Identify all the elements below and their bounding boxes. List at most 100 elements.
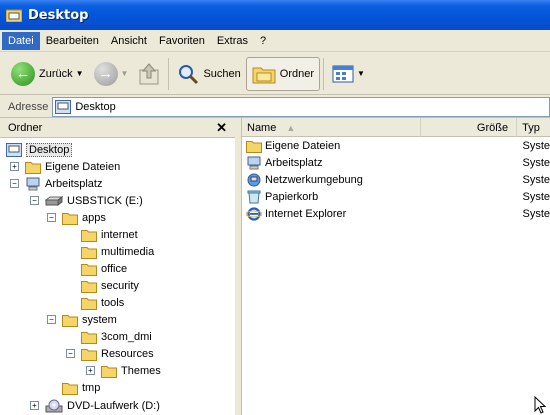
computer-icon — [247, 156, 261, 169]
tree-label: Desktop — [26, 142, 73, 157]
expand-icon[interactable]: + — [86, 366, 95, 375]
tree-item-security[interactable]: security — [81, 277, 139, 294]
tree-item-tools[interactable]: tools — [81, 294, 124, 311]
column-type-label: Typ — [522, 121, 540, 134]
forward-arrow-icon: → — [93, 61, 118, 86]
folder-icon — [101, 365, 117, 378]
tree-label: 3com_dmi — [101, 330, 152, 343]
tree-item-usbstick[interactable]: − USBSTICK (E:) — [30, 192, 143, 209]
menu-extras[interactable]: Extras — [211, 32, 254, 50]
close-icon[interactable]: ✕ — [216, 120, 227, 136]
up-folder-icon — [139, 62, 159, 84]
tree-item-arbeitsplatz[interactable]: − Arbeitsplatz — [10, 175, 102, 192]
list-item[interactable]: Arbeitsplatz Syste — [242, 154, 550, 171]
tree-label: apps — [82, 211, 106, 224]
folder-icon — [25, 161, 41, 174]
column-type[interactable]: Typ — [517, 118, 550, 137]
title-bar[interactable]: Desktop — [0, 0, 550, 30]
folders-button[interactable]: Ordner — [245, 56, 321, 91]
address-bar: Adresse Desktop — [0, 96, 550, 118]
folder-icon — [81, 246, 97, 259]
list-item[interactable]: Eigene Dateien Syste — [242, 137, 550, 154]
tree-label: security — [101, 279, 139, 292]
item-type: Syste — [522, 139, 550, 152]
search-label: Suchen — [203, 67, 241, 80]
list-item[interactable]: Netzwerkumgebung Syste — [242, 171, 550, 188]
folder-icon — [81, 348, 97, 361]
mouse-cursor-icon — [534, 396, 547, 414]
views-button[interactable]: ▼ — [327, 57, 370, 91]
menu-bar: Datei Bearbeiten Ansicht Favoriten Extra… — [0, 30, 550, 52]
desktop-folder-icon — [6, 9, 22, 22]
network-icon — [247, 173, 261, 186]
views-dropdown-icon[interactable]: ▼ — [357, 69, 365, 78]
tree-label: DVD-Laufwerk (D:) — [67, 399, 160, 412]
forward-button[interactable]: → ▼ — [89, 57, 134, 91]
expand-icon[interactable]: + — [30, 401, 39, 410]
desktop-icon — [55, 99, 72, 114]
expand-icon[interactable]: + — [10, 162, 19, 171]
tree-item-tmp[interactable]: tmp — [62, 379, 100, 396]
back-button[interactable]: ← Zurück ▼ — [6, 57, 89, 91]
tree-item-multimedia[interactable]: multimedia — [81, 243, 154, 260]
address-field[interactable]: Desktop — [52, 96, 550, 117]
menu-help[interactable]: ? — [254, 32, 272, 50]
folder-icon — [62, 212, 78, 225]
recycle-bin-icon — [247, 190, 261, 203]
menu-favoriten[interactable]: Favoriten — [153, 32, 211, 50]
tree-label: USBSTICK (E:) — [67, 194, 143, 207]
back-arrow-icon: ← — [11, 61, 35, 86]
tree-item-apps[interactable]: − apps — [47, 209, 106, 226]
drive-icon — [45, 195, 63, 206]
tree-item-desktop[interactable]: Desktop — [6, 141, 73, 158]
menu-datei[interactable]: Datei — [2, 31, 40, 50]
item-name: Arbeitsplatz — [265, 156, 323, 169]
tree-item-dvd[interactable]: + DVD-Laufwerk (D:) — [30, 397, 160, 414]
address-label: Adresse — [8, 100, 49, 113]
views-icon — [332, 65, 354, 82]
folder-icon — [81, 263, 97, 276]
file-list: Name ▲ Größe Typ Eigene Dateien Syste Ar… — [241, 118, 550, 415]
tree-item-resources[interactable]: − Resources — [66, 345, 154, 362]
search-button[interactable]: Suchen — [172, 57, 245, 91]
collapse-icon[interactable]: − — [47, 213, 56, 222]
menu-ansicht[interactable]: Ansicht — [105, 32, 153, 50]
folders-icon — [252, 67, 276, 83]
tree-item-office[interactable]: office — [81, 260, 127, 277]
column-size[interactable]: Größe — [421, 118, 518, 137]
tree-label: office — [101, 262, 128, 275]
collapse-icon[interactable]: − — [10, 179, 19, 188]
search-icon — [179, 64, 199, 84]
item-name: Papierkorb — [265, 190, 319, 203]
column-name[interactable]: Name ▲ — [242, 118, 422, 137]
tree-item-themes[interactable]: + Themes — [86, 362, 161, 379]
folder-icon — [81, 297, 97, 310]
forward-dropdown-icon[interactable]: ▼ — [121, 69, 129, 78]
tree-label: system — [82, 313, 117, 326]
address-value: Desktop — [75, 100, 116, 113]
folder-icon — [81, 280, 97, 293]
tree-label: Arbeitsplatz — [45, 177, 103, 190]
collapse-icon[interactable]: − — [30, 196, 39, 205]
collapse-icon[interactable]: − — [47, 315, 56, 324]
column-size-label: Größe — [476, 121, 509, 134]
collapse-icon[interactable]: − — [66, 349, 75, 358]
tree-label: tools — [101, 296, 125, 309]
folder-icon — [81, 331, 97, 344]
list-item[interactable]: Papierkorb Syste — [242, 188, 550, 205]
tree-label: tmp — [82, 381, 101, 394]
tree-label: Eigene Dateien — [45, 160, 121, 173]
item-type: Syste — [522, 190, 550, 203]
tree-item-system[interactable]: − system — [47, 311, 117, 328]
tree-item-3com-dmi[interactable]: 3com_dmi — [81, 328, 152, 345]
tree-label: Themes — [121, 364, 161, 377]
menu-bearbeiten[interactable]: Bearbeiten — [40, 32, 105, 50]
item-name: Internet Explorer — [265, 207, 347, 220]
computer-icon — [26, 177, 40, 190]
tree-item-internet[interactable]: internet — [81, 226, 138, 243]
back-dropdown-icon[interactable]: ▼ — [76, 69, 84, 78]
list-item[interactable]: Internet Explorer Syste — [242, 205, 550, 222]
up-button[interactable] — [133, 57, 165, 91]
tree-label: internet — [101, 228, 138, 241]
tree-item-eigene-dateien[interactable]: + Eigene Dateien — [10, 158, 120, 175]
